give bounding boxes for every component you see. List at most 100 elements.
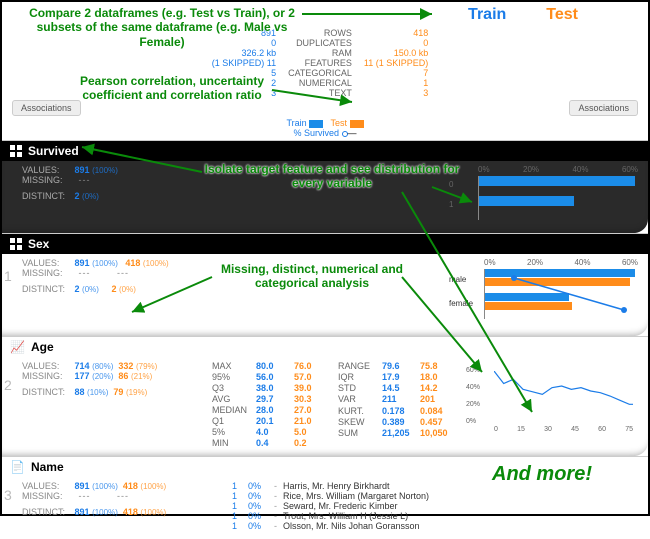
stat-val: 418 xyxy=(364,28,428,38)
section-survived: Survived VALUES: 891 (100%) MISSING: ---… xyxy=(2,140,648,233)
stat-val: 150.0 kb xyxy=(364,48,428,58)
stat-val: 79 xyxy=(113,387,123,397)
stat-label: VALUES: xyxy=(22,258,72,268)
stat-val: 2 xyxy=(111,284,116,294)
stat-label: RAM xyxy=(288,48,352,58)
stat-val: 3 xyxy=(212,88,276,98)
stat-val: 891 xyxy=(75,481,90,491)
legend-marker xyxy=(342,131,348,137)
chart-survived: 0%20%40%60% 0 1 xyxy=(448,165,638,225)
stat-pct: (80%) xyxy=(92,362,113,371)
row-number: 1 xyxy=(4,268,12,284)
stat-label: CATEGORICAL xyxy=(288,68,352,78)
line-overlay xyxy=(494,371,633,421)
stat-val: 86 xyxy=(118,371,128,381)
stats-block: VALUES: 891 (100%) 418 (100%) MISSING: -… xyxy=(22,481,222,517)
stat-dash: --- xyxy=(79,491,91,501)
stat-pct: (20%) xyxy=(92,372,113,381)
stat-val: 11 (1 SKIPPED) xyxy=(364,58,428,68)
stat-pct: (10%) xyxy=(87,388,108,397)
grid-icon xyxy=(10,145,22,157)
stat-label: MISSING: xyxy=(22,175,72,185)
stat-val: 7 xyxy=(364,68,428,78)
grid-icon xyxy=(10,238,22,250)
stat-label: MISSING: xyxy=(22,491,72,501)
legend-test: Test xyxy=(331,118,348,128)
stat-label: FEATURES xyxy=(288,58,352,68)
stat-label: NUMERICAL xyxy=(288,78,352,88)
stat-val: 326.2 kb xyxy=(212,48,276,58)
chart-age: 60%40%20%0% 01530456075 xyxy=(464,361,638,431)
stat-val: 1 xyxy=(364,78,428,88)
stat-val: 891 xyxy=(75,258,90,268)
section-sex: 1 Sex VALUES: 891 (100%) 418 (100%) MISS… xyxy=(2,233,648,336)
legend-train: Train xyxy=(286,118,306,128)
stat-label: TEXT xyxy=(288,88,352,98)
stat-pct: (79%) xyxy=(136,362,157,371)
train-heading: Train xyxy=(468,6,506,24)
section-title: Survived xyxy=(28,144,79,158)
stat-val: 332 xyxy=(118,361,133,371)
legend-swatch-test xyxy=(350,120,364,128)
legend: Train Test % Survived — xyxy=(12,118,638,138)
stat-pct: (100%) xyxy=(140,482,166,491)
stat-val: 177 xyxy=(75,371,90,381)
names-list: 10%-Harris, Mr. Henry Birkhardt10%-Rice,… xyxy=(232,481,429,531)
stat-val: 418 xyxy=(123,481,138,491)
stat-val: 418 xyxy=(125,258,140,268)
chart-sex: 0%20%40%60% male female xyxy=(448,258,638,328)
stat-label: VALUES: xyxy=(22,361,72,371)
text-icon: 📄 xyxy=(10,460,25,474)
test-heading: Test xyxy=(546,6,578,24)
section-age: 2 📈 Age VALUES: 714 (80%) 332 (79%) MISS… xyxy=(2,336,648,456)
header-stats: 891 0 326.2 kb (1 SKIPPED) 11 5 2 3 ROWS… xyxy=(206,28,445,98)
stat-val: 891 xyxy=(75,165,90,175)
stat-pct: (0%) xyxy=(82,285,99,294)
stat-val: 88 xyxy=(75,387,85,397)
stat-dash: --- xyxy=(117,268,129,278)
stat-pct: (100%) xyxy=(92,166,118,175)
age-stats-right: RANGE79.675.8IQR17.918.0STD14.514.2VAR21… xyxy=(338,361,454,438)
stat-label: DUPLICATES xyxy=(288,38,352,48)
stat-val: 2 xyxy=(75,284,80,294)
age-stats-left: MAX80.076.095%56.057.0Q338.039.0AVG29.73… xyxy=(212,361,328,448)
stats-block: VALUES: 891 (100%) 418 (100%) MISSING: -… xyxy=(22,258,222,294)
stat-dash: --- xyxy=(79,268,91,278)
stat-pct: (100%) xyxy=(143,259,169,268)
stat-pct: (100%) xyxy=(92,259,118,268)
stat-val: (1 SKIPPED) 11 xyxy=(212,58,276,68)
stat-label: DISTINCT: xyxy=(22,191,72,201)
line-overlay xyxy=(484,270,638,320)
stat-pct: (0%) xyxy=(119,285,136,294)
stat-val: 3 xyxy=(364,88,428,98)
legend-swatch-train xyxy=(309,120,323,128)
stat-label: VALUES: xyxy=(22,481,72,491)
stat-pct: (19%) xyxy=(126,388,147,397)
stat-val: 0 xyxy=(212,38,276,48)
row-number: 2 xyxy=(4,377,12,393)
stats-block: VALUES: 891 (100%) MISSING: --- DISTINCT… xyxy=(22,165,152,201)
section-title: Sex xyxy=(28,237,49,251)
stat-pct: (21%) xyxy=(131,372,152,381)
associations-button-left[interactable]: Associations xyxy=(12,100,81,116)
stat-val: 0 xyxy=(364,38,428,48)
stat-label: MISSING: xyxy=(22,268,72,278)
stat-label: VALUES: xyxy=(22,165,72,175)
section-title: Age xyxy=(31,340,54,354)
associations-button-right[interactable]: Associations xyxy=(569,100,638,116)
stat-label: DISTINCT: xyxy=(22,284,72,294)
stat-val: 891 xyxy=(212,28,276,38)
stat-pct: (0%) xyxy=(82,192,99,201)
stat-val: 2 xyxy=(212,78,276,88)
stat-label: DISTINCT: xyxy=(22,387,72,397)
header: Train Test 891 0 326.2 kb (1 SKIPPED) 11… xyxy=(2,2,648,140)
stat-label: ROWS xyxy=(288,28,352,38)
chart-icon: 📈 xyxy=(10,340,25,354)
stat-dash: --- xyxy=(117,491,129,501)
stat-val: 5 xyxy=(212,68,276,78)
stat-pct: (100%) xyxy=(92,482,118,491)
stat-val: 714 xyxy=(75,361,90,371)
section-title: Name xyxy=(31,460,64,474)
section-name: 3 📄 Name VALUES: 891 (100%) 418 (100%) M… xyxy=(2,456,648,539)
legend-survived: % Survived xyxy=(293,128,339,138)
